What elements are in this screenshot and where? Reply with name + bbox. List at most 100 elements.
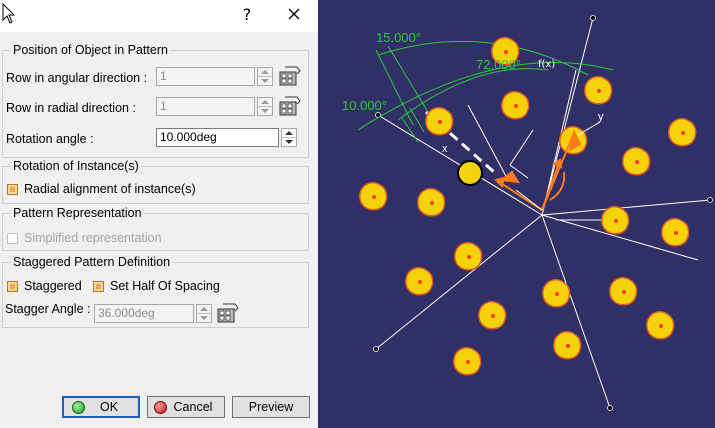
line-end-point <box>373 346 379 352</box>
dialog-title-bar: ? <box>0 0 318 32</box>
dimension-label-10[interactable]: 10.000° <box>342 98 387 113</box>
selected-instance[interactable] <box>457 160 483 186</box>
pattern-instance[interactable] <box>478 300 507 330</box>
ok-button-label: OK <box>99 400 119 414</box>
formula-marker: f(x) <box>538 59 556 70</box>
dimension-label-15[interactable]: 15.000° <box>376 30 421 45</box>
pattern-instance[interactable] <box>609 276 638 306</box>
instance-center-point <box>635 160 639 164</box>
spin-down-icon <box>261 79 269 83</box>
rotation-angle-field[interactable]: 10.000deg <box>156 128 279 147</box>
row-angular-field[interactable]: 1 <box>156 67 255 86</box>
staggered-group-title: Staggered Pattern Definition <box>11 255 173 269</box>
radial-alignment-checkbox[interactable] <box>7 184 18 195</box>
spin-up-icon <box>261 100 269 104</box>
pattern-instance[interactable] <box>601 205 630 235</box>
instance-center-point <box>430 201 434 205</box>
instance-center-point <box>418 280 422 284</box>
instance-center-point <box>566 344 570 348</box>
formula-pick-icon[interactable] <box>215 302 239 324</box>
row-radial-field[interactable]: 1 <box>156 97 255 116</box>
radial-alignment-label: Radial alignment of instance(s) <box>24 182 196 196</box>
instance-center-point <box>438 120 442 124</box>
spin-up-icon <box>200 307 208 311</box>
pattern-instance[interactable] <box>668 117 697 147</box>
simplified-representation-label: Simplified representation <box>24 231 162 245</box>
preview-button[interactable]: Preview <box>232 396 310 418</box>
ref-line <box>509 129 534 166</box>
ok-button[interactable]: OK <box>62 396 140 418</box>
instance-center-point <box>597 89 601 93</box>
pattern-instance[interactable] <box>542 278 571 308</box>
row-angular-spinner[interactable] <box>257 67 273 86</box>
pattern-instance[interactable] <box>622 146 651 176</box>
spin-down-icon <box>261 109 269 113</box>
x-axis-label: x <box>442 143 448 155</box>
help-button[interactable]: ? <box>236 4 258 26</box>
dimension-line <box>375 49 414 126</box>
spin-down-icon <box>285 140 293 144</box>
pattern-instance[interactable] <box>453 346 482 376</box>
pattern-instance[interactable] <box>661 217 690 247</box>
rotation-angle-label: Rotation angle : <box>6 132 94 146</box>
simplified-representation-checkbox[interactable] <box>7 233 18 244</box>
dimension-label-72[interactable]: 72.000° <box>476 57 521 72</box>
pattern-instance[interactable] <box>359 181 388 211</box>
y-axis-label: y <box>598 111 604 123</box>
mouse-cursor-icon <box>2 3 16 24</box>
axis-z <box>541 132 575 211</box>
spin-up-icon <box>285 131 293 135</box>
representation-group-title: Pattern Representation <box>11 206 144 220</box>
line-end-point <box>607 405 613 411</box>
instance-center-point <box>555 292 559 296</box>
instance-center-point <box>372 195 376 199</box>
row-radial-label: Row in radial direction : <box>6 101 136 115</box>
pattern-instance[interactable] <box>553 330 582 360</box>
instance-center-point <box>674 231 678 235</box>
ref-line <box>541 214 611 409</box>
ok-green-dot-icon <box>72 401 85 414</box>
ref-line <box>541 17 594 216</box>
spin-down-icon <box>200 316 208 320</box>
3d-viewport[interactable]: 15.000° 72.000° 10.000° f(x) x y <box>318 0 715 428</box>
dimension-line <box>387 45 429 113</box>
instance-center-point <box>467 255 471 259</box>
row-angular-label: Row in angular direction : <box>6 71 148 85</box>
instance-center-point <box>614 219 618 223</box>
stagger-angle-spinner[interactable] <box>196 304 212 323</box>
instance-center-point <box>622 290 626 294</box>
stagger-angle-field[interactable]: 36.000deg <box>94 304 194 323</box>
formula-pick-icon[interactable] <box>277 65 301 87</box>
stagger-angle-label: Stagger Angle : <box>5 302 91 316</box>
axis-ref <box>577 121 601 136</box>
pattern-instance[interactable] <box>646 310 675 340</box>
pattern-instance[interactable] <box>425 106 454 136</box>
pattern-instance[interactable] <box>501 90 530 120</box>
line-end-point <box>590 15 596 21</box>
half-spacing-label: Set Half Of Spacing <box>110 279 220 293</box>
instance-center-point <box>681 131 685 135</box>
staggered-label: Staggered <box>24 279 82 293</box>
instance-center-point <box>466 360 470 364</box>
row-radial-spinner[interactable] <box>257 97 273 116</box>
rotation-angle-spinner[interactable] <box>281 128 297 147</box>
pattern-instance[interactable] <box>405 266 434 296</box>
ref-line <box>375 214 543 350</box>
half-spacing-checkbox[interactable] <box>93 281 104 292</box>
pattern-instance[interactable] <box>417 187 446 217</box>
dimension-arc <box>357 62 614 131</box>
dimension-line <box>401 117 419 143</box>
instance-center-point <box>659 324 663 328</box>
pattern-instance[interactable] <box>584 75 613 105</box>
circular-pattern-dialog: ? Position of Object in Pattern Row in a… <box>0 0 318 428</box>
cancel-button[interactable]: Cancel <box>147 396 225 418</box>
rotation-instance-group-title: Rotation of Instance(s) <box>11 159 141 173</box>
staggered-checkbox[interactable] <box>7 281 18 292</box>
dimension-line <box>409 107 425 133</box>
instance-center-point <box>514 104 518 108</box>
pattern-instance[interactable] <box>454 241 483 271</box>
close-icon[interactable] <box>282 4 306 26</box>
formula-pick-icon[interactable] <box>277 95 301 117</box>
line-end-point <box>707 197 713 203</box>
cancel-button-label: Cancel <box>173 400 213 414</box>
